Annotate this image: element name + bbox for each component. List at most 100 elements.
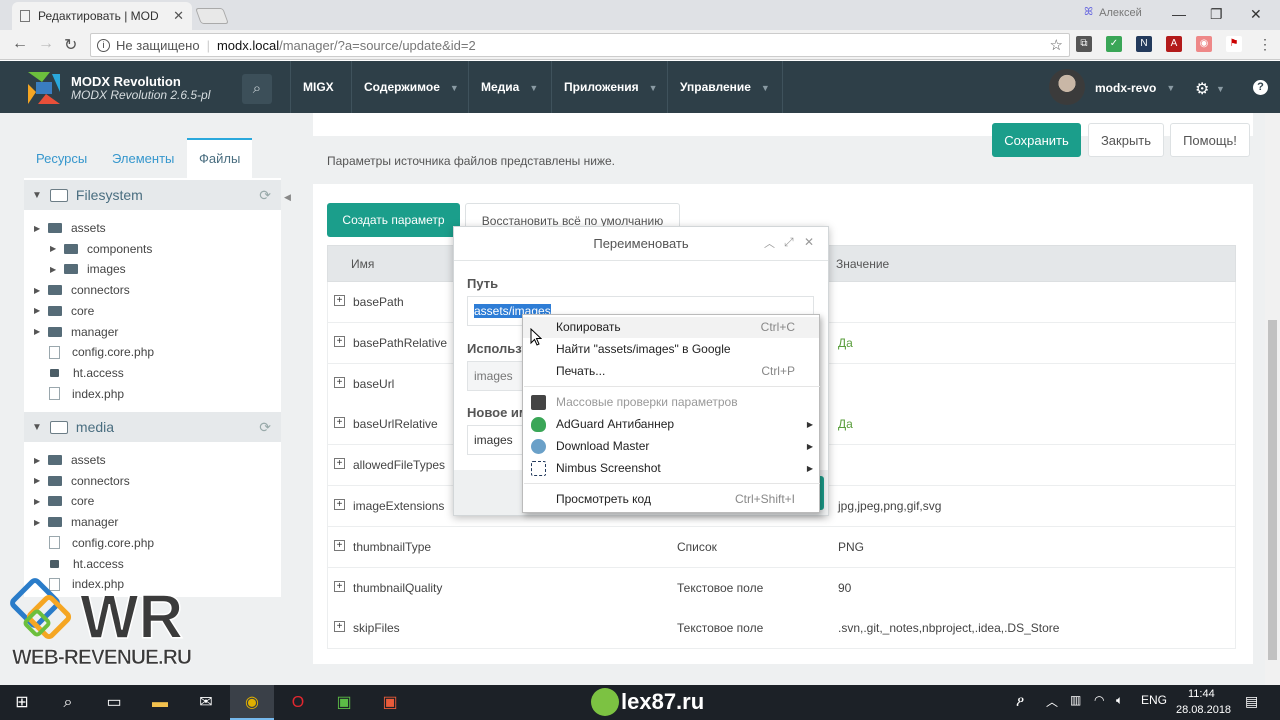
chrome-icon[interactable]: ◉ (230, 685, 274, 720)
table-row[interactable]: + thumbnailQuality Текстовое поле 90 (327, 567, 1236, 609)
expand-arrow-icon[interactable]: ▶ (34, 518, 48, 527)
bookmark-star-icon[interactable]: ☆ (1050, 36, 1063, 54)
expand-row-icon[interactable]: + (334, 417, 345, 429)
close-button[interactable]: Закрыть (1088, 123, 1164, 157)
table-row[interactable]: + skipFiles Текстовое поле .svn,.git,_notes… (327, 608, 1236, 650)
menu-item-copy[interactable]: Копировать Ctrl+C (523, 317, 819, 338)
nav-media[interactable]: Медиа ▼ (468, 61, 550, 113)
minimize-icon[interactable]: — (1172, 6, 1186, 22)
refresh-icon[interactable]: ⟳ (259, 187, 271, 204)
expand-arrow-icon[interactable]: ▶ (34, 327, 48, 336)
help-button[interactable]: Помощь! (1170, 123, 1250, 157)
profile-indicator[interactable]: ꕤ Алексей (1084, 6, 1142, 19)
close-window-icon[interactable]: ✕ (1250, 6, 1262, 23)
tab-files[interactable]: Файлы (187, 138, 253, 178)
mail-icon[interactable]: ✉ (184, 685, 228, 720)
expand-arrow-icon[interactable]: ▶ (34, 286, 48, 295)
close-tab-icon[interactable]: ✕ (173, 8, 184, 24)
app-orange-icon[interactable]: ▣ (368, 685, 412, 720)
expand-arrow-icon[interactable]: ▶ (50, 265, 64, 274)
expand-arrow-icon[interactable]: ▶ (34, 306, 48, 315)
chevron-down-icon[interactable]: ▼ (1216, 84, 1225, 94)
tree-item[interactable]: config.core.php (34, 342, 154, 362)
nimbus-extension-icon[interactable]: N (1136, 36, 1152, 52)
expand-arrow-icon[interactable]: ▶ (50, 244, 64, 253)
flag-extension-icon[interactable]: ⚑ (1226, 36, 1242, 52)
file-explorer-icon[interactable]: ▬ (138, 685, 182, 720)
nav-apps[interactable]: Приложения ▼ (551, 61, 670, 113)
volume-icon[interactable]: 🔈︎ (1116, 693, 1123, 708)
new-name-field[interactable]: images (467, 425, 527, 455)
menu-item-nimbus[interactable]: Nimbus Screenshot ▶ (523, 458, 819, 479)
app-green-icon[interactable]: ▣ (322, 685, 366, 720)
address-bar[interactable]: i Не защищено | modx.local /manager/?a=s… (90, 33, 1070, 57)
tree-item[interactable]: config.core.php (34, 533, 154, 553)
network-icon[interactable]: ▥ (1070, 693, 1081, 707)
tree-item[interactable]: ▶ connectors (34, 280, 130, 300)
tree-item[interactable]: ▶ assets (34, 218, 106, 238)
tab-elements[interactable]: Элементы (100, 138, 186, 178)
collapse-icon[interactable]: ▼ (32, 422, 42, 433)
expand-row-icon[interactable]: + (334, 295, 345, 306)
windows-start-icon[interactable]: ⊞ (0, 685, 44, 720)
expand-arrow-icon[interactable]: ▶ (34, 456, 48, 465)
refresh-icon[interactable]: ⟳ (259, 419, 271, 436)
clock-date[interactable]: 28.08.2018 (1176, 704, 1231, 716)
reload-icon[interactable]: ↻ (64, 35, 77, 55)
scrollbar-thumb[interactable] (1268, 320, 1277, 660)
menu-item-download-master[interactable]: Download Master ▶ (523, 436, 819, 457)
expand-arrow-icon[interactable]: ▶ (34, 224, 48, 233)
tray-expand-icon[interactable]: ︿ (1046, 693, 1058, 710)
menu-item-inspect[interactable]: Просмотреть код Ctrl+Shift+I (523, 489, 819, 510)
adguard-extension-icon[interactable]: ✓ (1106, 36, 1122, 52)
forward-icon[interactable]: → (38, 35, 54, 53)
download-master-extension-icon[interactable]: ◉ (1196, 36, 1212, 52)
collapse-sidebar-icon[interactable]: ◀ (284, 192, 291, 203)
tree-item[interactable]: ▶ manager (34, 322, 118, 342)
expand-row-icon[interactable]: + (334, 621, 345, 633)
filesystem-header[interactable]: ▼ Filesystem ⟳ (24, 180, 281, 210)
help-icon[interactable]: ? (1253, 80, 1268, 95)
expand-arrow-icon[interactable]: ▶ (34, 476, 48, 485)
menu-item-bulk-check[interactable]: Массовые проверки параметров (523, 392, 819, 413)
collapse-dialog-icon[interactable]: ︿ (764, 235, 775, 251)
menu-item-search-google[interactable]: Найти "assets/images" в Google (523, 339, 819, 360)
nav-migx[interactable]: MIGX (290, 61, 346, 113)
avatar[interactable] (1049, 69, 1085, 105)
tree-item[interactable]: ▶ assets (34, 450, 106, 470)
tree-item[interactable]: ht.access (34, 554, 124, 574)
expand-row-icon[interactable]: + (334, 335, 345, 347)
language-indicator[interactable]: ENG (1141, 693, 1167, 707)
tree-item[interactable]: ▶ components (50, 239, 152, 259)
tree-item[interactable]: ▶ images (50, 259, 126, 279)
gear-icon[interactable]: ⚙ (1195, 79, 1209, 99)
nav-content[interactable]: Содержимое ▼ (351, 61, 471, 113)
column-value[interactable]: Значение (836, 257, 889, 271)
menu-item-print[interactable]: Печать... Ctrl+P (523, 361, 819, 382)
tree-item[interactable]: ht.access (34, 363, 124, 383)
column-name[interactable]: Имя (351, 257, 374, 271)
tab-resources[interactable]: Ресурсы (24, 138, 99, 178)
tree-item[interactable]: ▶ manager (34, 512, 118, 532)
tree-item[interactable]: ▶ connectors (34, 471, 130, 491)
expand-row-icon[interactable]: + (334, 499, 345, 510)
browser-tab[interactable]: Редактировать | MODX R ✕ (12, 2, 192, 30)
extension-icon-1[interactable]: ⧉ (1076, 36, 1092, 52)
expand-arrow-icon[interactable]: ▶ (34, 497, 48, 506)
collapse-icon[interactable]: ▼ (32, 190, 42, 201)
new-tab-button[interactable] (195, 8, 229, 24)
opera-icon[interactable]: O (276, 685, 320, 720)
search-icon[interactable]: ⌕ (242, 74, 272, 104)
browser-menu-icon[interactable]: ⋮ (1258, 36, 1272, 53)
used-field[interactable]: images (467, 361, 527, 391)
menu-item-adguard[interactable]: AdGuard Антибаннер ▶ (523, 414, 819, 435)
user-menu[interactable]: modx-revo ▼ (1095, 81, 1175, 95)
maximize-icon[interactable]: ❐ (1210, 6, 1223, 23)
clock-time[interactable]: 11:44 (1188, 688, 1215, 700)
expand-row-icon[interactable]: + (334, 580, 345, 592)
back-icon[interactable]: ← (12, 35, 28, 53)
expand-row-icon[interactable]: + (334, 539, 345, 551)
info-icon[interactable]: i (97, 38, 110, 52)
nav-manage[interactable]: Управление ▼ (667, 61, 783, 113)
wifi-icon[interactable]: ◠ (1094, 693, 1104, 707)
